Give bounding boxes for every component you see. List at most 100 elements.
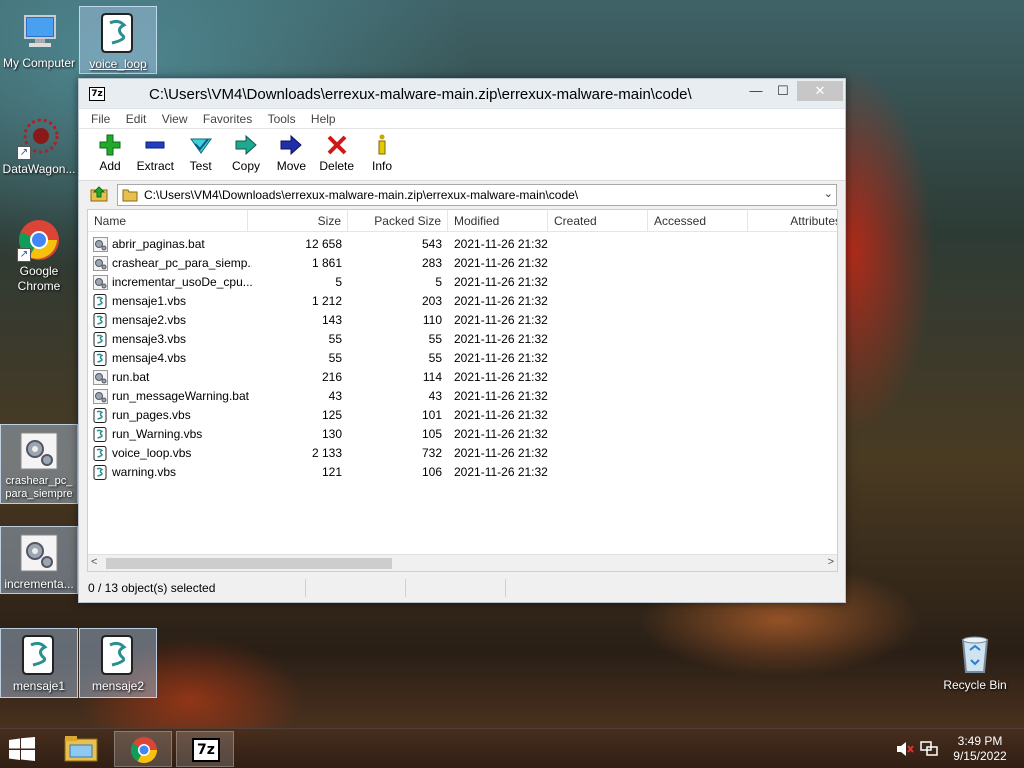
script-file-icon: [93, 408, 108, 423]
chrome-icon: [130, 737, 158, 764]
script-file-icon: [96, 633, 140, 677]
batch-file-icon: [93, 237, 108, 252]
file-packed-size: 43: [428, 389, 442, 403]
title-bar[interactable]: 7z C:\Users\VM4\Downloads\errexux-malwar…: [79, 79, 845, 109]
network-icon[interactable]: [920, 741, 938, 757]
desktop-icon-incrementa[interactable]: incrementa...: [0, 526, 78, 594]
up-folder-icon[interactable]: [90, 186, 108, 202]
desktop-icon-voice-loop[interactable]: voice_loop: [79, 6, 157, 74]
file-size: 143: [321, 313, 342, 327]
menu-file[interactable]: File: [85, 109, 116, 126]
file-size: 5: [335, 275, 342, 289]
delete-x-icon: [325, 133, 349, 157]
scroll-right-icon[interactable]: >: [828, 556, 834, 568]
table-row[interactable]: mensaje3.vbs 55 55 2021-11-26 21:32: [88, 330, 837, 349]
table-row[interactable]: run.bat 216 114 2021-11-26 21:32: [88, 368, 837, 387]
table-row[interactable]: crashear_pc_para_siemp... 1 861 283 2021-11…: [88, 254, 837, 273]
script-file-icon: [93, 427, 108, 442]
table-row[interactable]: abrir_paginas.bat 12 658 543 2021-11-26 21:…: [88, 235, 837, 254]
menu-tools[interactable]: Tools: [262, 109, 302, 126]
desktop-icon-google-chrome[interactable]: ↗ Google Chrome: [0, 214, 78, 294]
scrollbar-thumb[interactable]: [106, 558, 392, 569]
taskbar-7zip[interactable]: 7z: [176, 731, 234, 767]
file-size: 130: [321, 427, 342, 441]
move-arrow-icon: [279, 133, 303, 157]
file-size: 216: [321, 370, 342, 384]
test-button[interactable]: Test: [180, 129, 222, 173]
column-size[interactable]: Size: [248, 210, 348, 232]
shortcut-arrow-icon: ↗: [17, 146, 31, 160]
toolbar: Add Extract Test Copy Move Delete Info: [79, 129, 845, 181]
file-name: mensaje2.vbs: [112, 313, 187, 327]
delete-button[interactable]: Delete: [316, 129, 358, 173]
desktop-icon-label: DataWagon...: [2, 162, 76, 176]
horizontal-scrollbar[interactable]: < >: [88, 554, 837, 571]
desktop-icon-label: voice_loop: [89, 57, 147, 71]
column-modified[interactable]: Modified: [448, 210, 548, 232]
column-attributes[interactable]: Attributes: [748, 210, 837, 232]
table-row[interactable]: warning.vbs 121 106 2021-11-26 21:32: [88, 463, 837, 482]
chevron-down-icon[interactable]: ⌄: [824, 187, 833, 200]
file-name: crashear_pc_para_siemp...: [112, 256, 252, 270]
volume-muted-icon[interactable]: [896, 741, 914, 757]
close-button[interactable]: ✕: [797, 81, 843, 101]
file-size: 43: [328, 389, 342, 403]
sevenzip-app-icon: 7z: [89, 87, 105, 101]
table-row[interactable]: mensaje2.vbs 143 110 2021-11-26 21:32: [88, 311, 837, 330]
file-list: Name Size Packed Size Modified Created A…: [87, 209, 838, 572]
file-packed-size: 110: [422, 313, 442, 327]
move-button[interactable]: Move: [270, 129, 312, 173]
table-row[interactable]: incrementar_usoDe_cpu... 5 5 2021-11-26 21:…: [88, 273, 837, 292]
file-packed-size: 106: [421, 465, 442, 479]
file-size: 121: [321, 465, 342, 479]
maximize-button[interactable]: ☐: [771, 81, 795, 101]
file-modified: 2021-11-26 21:32: [454, 465, 548, 479]
start-button[interactable]: [8, 737, 38, 763]
minimize-button[interactable]: —: [744, 81, 768, 101]
computer-icon: [17, 10, 61, 54]
copy-button[interactable]: Copy: [225, 129, 267, 173]
desktop-icon-label: incrementa...: [4, 577, 74, 591]
table-row[interactable]: run_messageWarning.bat 43 43 2021-11-26 21:…: [88, 387, 837, 406]
menu-view[interactable]: View: [156, 109, 194, 126]
desktop-icon-mensaje1[interactable]: mensaje1: [0, 628, 78, 698]
table-row[interactable]: run_pages.vbs 125 101 2021-11-26 21:32: [88, 406, 837, 425]
taskbar-chrome[interactable]: [114, 731, 172, 767]
selection-status: 0 / 13 object(s) selected: [88, 581, 216, 595]
column-created[interactable]: Created: [548, 210, 648, 232]
address-input[interactable]: C:\Users\VM4\Downloads\errexux-malware-m…: [117, 184, 837, 206]
file-modified: 2021-11-26 21:32: [454, 427, 548, 441]
column-packed-size[interactable]: Packed Size: [348, 210, 448, 232]
file-size: 12 658: [305, 237, 342, 251]
status-divider: [305, 579, 306, 597]
desktop-icon-my-computer[interactable]: My Computer: [0, 6, 78, 71]
menu-help[interactable]: Help: [305, 109, 342, 126]
scroll-left-icon[interactable]: <: [91, 556, 97, 568]
script-file-icon: [93, 332, 108, 347]
file-modified: 2021-11-26 21:32: [454, 256, 548, 270]
script-file-icon: [17, 633, 61, 677]
info-button[interactable]: Info: [361, 129, 403, 173]
table-row[interactable]: voice_loop.vbs 2 133 732 2021-11-26 21:32: [88, 444, 837, 463]
clock[interactable]: 3:49 PM 9/15/2022: [950, 734, 1010, 764]
desktop-icon-crashear[interactable]: crashear_pc_para_siempre: [0, 424, 78, 504]
taskbar-file-explorer[interactable]: [52, 731, 110, 767]
menu-favorites[interactable]: Favorites: [197, 109, 258, 126]
column-accessed[interactable]: Accessed: [648, 210, 748, 232]
menu-edit[interactable]: Edit: [120, 109, 153, 126]
add-button[interactable]: Add: [89, 129, 131, 173]
desktop-icon-mensaje2[interactable]: mensaje2: [79, 628, 157, 698]
file-name: abrir_paginas.bat: [112, 237, 205, 251]
desktop-icon-datawagon[interactable]: ↗ DataWagon...: [0, 112, 78, 177]
table-row[interactable]: run_Warning.vbs 130 105 2021-11-26 21:32: [88, 425, 837, 444]
extract-button[interactable]: Extract: [134, 129, 176, 173]
file-packed-size: 732: [421, 446, 442, 460]
copy-arrow-icon: [234, 133, 258, 157]
table-row[interactable]: mensaje1.vbs 1 212 203 2021-11-26 21:32: [88, 292, 837, 311]
column-name[interactable]: Name: [88, 210, 248, 232]
file-size: 1 212: [311, 294, 342, 308]
table-row[interactable]: mensaje4.vbs 55 55 2021-11-26 21:32: [88, 349, 837, 368]
batch-file-icon: [17, 531, 61, 575]
script-file-icon: [93, 313, 108, 328]
desktop-icon-recycle-bin[interactable]: Recycle Bin: [936, 628, 1014, 693]
